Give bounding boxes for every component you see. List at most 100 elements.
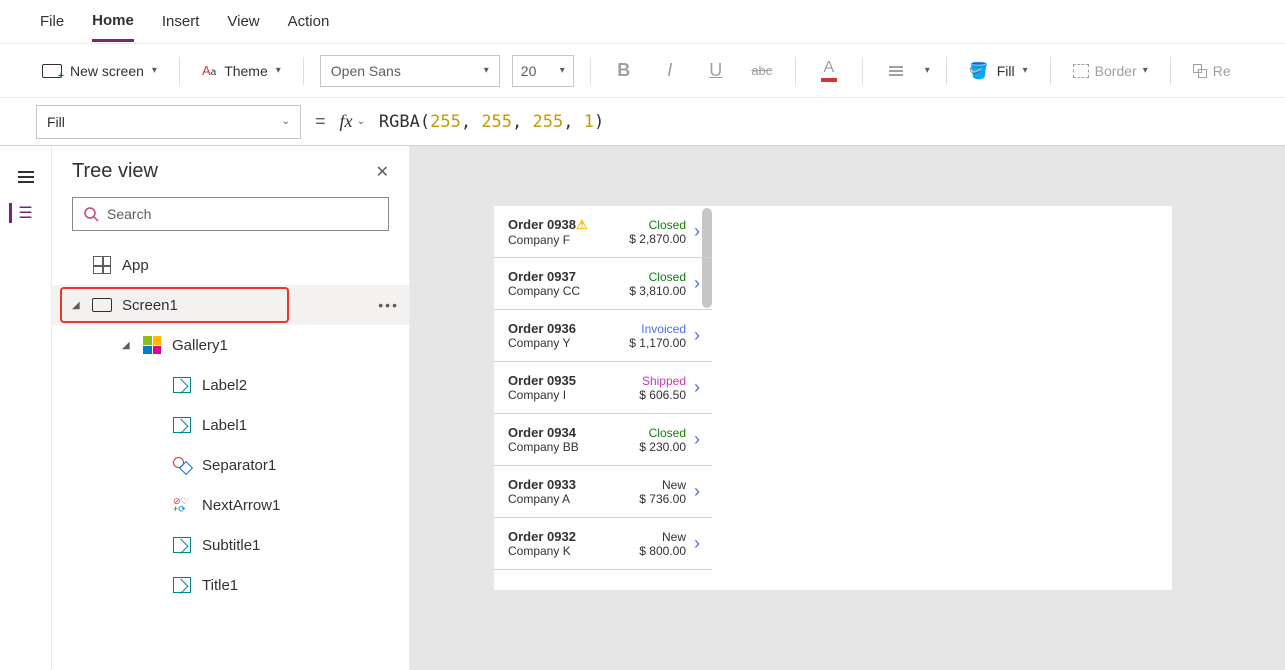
chevron-right-icon[interactable]: › [686,429,700,450]
underline-button[interactable]: U [699,55,733,87]
chevron-right-icon[interactable]: › [686,533,700,554]
reorder-label: Re [1213,63,1231,79]
screen-plus-icon [42,64,62,78]
label-icon [173,577,191,593]
tree-node-app[interactable]: App [52,245,409,285]
order-id: Order 0937 [508,269,616,284]
tab-file[interactable]: File [40,3,64,40]
order-price: $ 3,810.00 [616,284,686,298]
canvas[interactable]: Order 0938⚠ Company F Closed $ 2,870.00 … [410,146,1285,670]
company-name: Company Y [508,336,616,350]
order-price: $ 606.50 [616,388,686,402]
chevron-down-icon: ▾ [276,65,281,76]
list-item[interactable]: Order 0937 Company CC Closed $ 3,810.00 … [494,258,712,310]
fill-label: Fill [997,63,1015,79]
chevron-right-icon[interactable]: › [686,273,700,294]
bold-button[interactable]: B [607,55,641,87]
theme-label: Theme [224,63,268,79]
tab-view[interactable]: View [227,3,259,40]
paint-bucket-icon: 🪣 [969,61,989,81]
chevron-down-icon: ▾ [484,65,489,76]
theme-button[interactable]: Aa Theme ▾ [196,59,287,83]
separator-icon [173,457,191,473]
more-button[interactable]: ••• [378,297,399,313]
tree-node-subtitle1[interactable]: Subtitle1 [52,525,409,565]
strikethrough-button[interactable]: abc [745,55,779,87]
panel-title: Tree view [72,160,158,183]
list-item[interactable]: Order 0934 Company BB Closed $ 230.00 › [494,414,712,466]
font-color-button[interactable]: A [812,55,846,87]
collapse-icon[interactable]: ◢ [122,340,132,351]
italic-button[interactable]: I [653,55,687,87]
tab-insert[interactable]: Insert [162,3,200,40]
chevron-down-icon: ⌄ [282,116,290,127]
tree-node-label1[interactable]: Label1 [52,405,409,445]
fx-button[interactable]: fx⌄ [340,111,365,132]
theme-icon: Aa [202,63,216,78]
separator [862,57,863,85]
separator [946,57,947,85]
chevron-right-icon[interactable]: › [686,481,700,502]
new-screen-button[interactable]: New screen ▾ [36,59,163,83]
list-item[interactable]: Order 0936 Company Y Invoiced $ 1,170.00… [494,310,712,362]
property-dropdown[interactable]: Fill ⌄ [36,105,301,139]
separator [590,57,591,85]
list-item[interactable]: Order 0935 Company I Shipped $ 606.50 › [494,362,712,414]
warning-icon: ⚠ [576,217,588,232]
search-input[interactable]: Search [72,197,389,231]
screen-icon [92,298,112,312]
label-icon [173,377,191,393]
list-item[interactable]: Order 0933 Company A New $ 736.00 › [494,466,712,518]
company-name: Company K [508,544,616,558]
tree-node-separator1[interactable]: Separator1 [52,445,409,485]
border-button[interactable]: Border ▾ [1067,59,1154,83]
separator [795,57,796,85]
company-name: Company A [508,492,616,506]
company-name: Company I [508,388,616,402]
tree-node-nextarrow1[interactable]: ⊘♡+⟳ NextArrow1 [52,485,409,525]
chevron-down-icon[interactable]: ▾ [925,65,930,76]
chevron-right-icon[interactable]: › [686,221,700,242]
formula-input[interactable]: RGBA(255, 255, 255, 1) [379,112,604,132]
tree-node-gallery1[interactable]: ◢ Gallery1 [52,325,409,365]
reorder-button[interactable]: Re [1187,59,1237,83]
gallery-preview: Order 0938⚠ Company F Closed $ 2,870.00 … [494,206,712,570]
order-price: $ 230.00 [616,440,686,454]
tree-view-rail-icon[interactable]: ☰ [9,203,32,223]
tab-action[interactable]: Action [288,3,330,40]
order-status: New [616,530,686,544]
company-name: Company BB [508,440,616,454]
tree-node-screen1[interactable]: ◢ Screen1 ••• [52,285,409,325]
font-dropdown[interactable]: Open Sans ▾ [320,55,500,87]
property-name: Fill [47,114,65,130]
collapse-icon[interactable]: ◢ [72,300,82,311]
align-button[interactable] [879,55,913,87]
chevron-right-icon[interactable]: › [686,377,700,398]
icon-group-icon: ⊘♡+⟳ [173,497,191,513]
tree-node-title1[interactable]: Title1 [52,565,409,605]
tree: App ◢ Screen1 ••• ◢ Gallery1 Label2 Labe… [52,241,409,609]
order-id: Order 0936 [508,321,616,336]
tree-node-label2[interactable]: Label2 [52,365,409,405]
font-size: 20 [521,63,537,79]
list-item[interactable]: Order 0938⚠ Company F Closed $ 2,870.00 … [494,206,712,258]
tab-home[interactable]: Home [92,2,134,42]
order-price: $ 736.00 [616,492,686,506]
font-size-dropdown[interactable]: 20 ▾ [512,55,574,87]
close-icon[interactable]: ✕ [376,162,389,182]
order-id: Order 0932 [508,529,616,544]
chevron-down-icon: ▾ [152,65,157,76]
order-status: Invoiced [616,322,686,336]
main-area: ☰ Tree view ✕ Search App ◢ Screen1 ••• [0,146,1285,670]
chevron-right-icon[interactable]: › [686,325,700,346]
order-status: Closed [616,218,686,232]
search-icon [83,206,99,222]
fill-button[interactable]: 🪣 Fill ▾ [963,57,1034,85]
list-item[interactable]: Order 0932 Company K New $ 800.00 › [494,518,712,570]
company-name: Company CC [508,284,616,298]
border-icon [1073,64,1089,78]
label-icon [173,537,191,553]
border-label: Border [1095,63,1137,79]
font-name: Open Sans [331,63,401,79]
hamburger-button[interactable] [18,160,34,183]
